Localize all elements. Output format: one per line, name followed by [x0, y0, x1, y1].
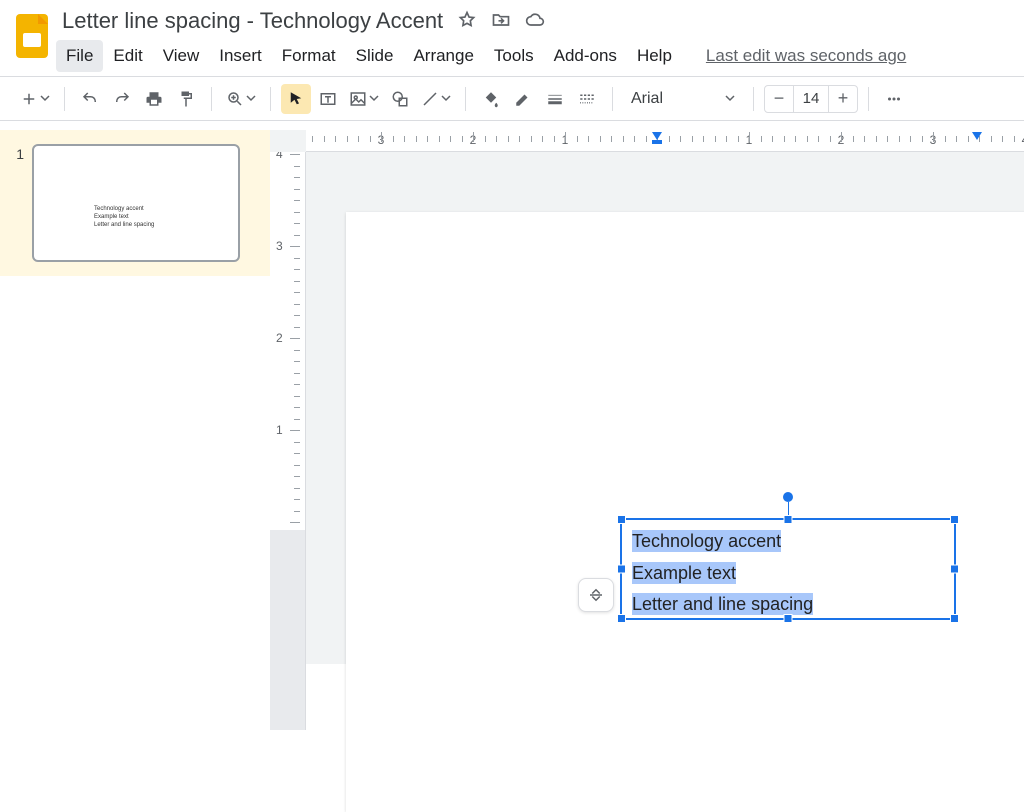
resize-handle-l[interactable]	[617, 565, 626, 574]
font-size-decrease[interactable]: −	[765, 86, 793, 112]
horizontal-ruler[interactable]: 43211234	[306, 130, 1024, 152]
vertical-ruler-inactive	[270, 530, 306, 730]
undo-button[interactable]	[75, 84, 105, 114]
resize-handle-br[interactable]	[950, 614, 959, 623]
textbox-tool-button[interactable]	[313, 84, 343, 114]
print-button[interactable]	[139, 84, 169, 114]
resize-handle-t[interactable]	[784, 515, 793, 524]
menu-view[interactable]: View	[153, 40, 210, 72]
menu-format[interactable]: Format	[272, 40, 346, 72]
slides-logo	[12, 10, 52, 62]
menu-tools[interactable]: Tools	[484, 40, 544, 72]
selected-textbox[interactable]: Technology accent Example text Letter an…	[620, 518, 956, 620]
font-family-select[interactable]: Arial	[623, 85, 743, 113]
last-edit-link[interactable]: Last edit was seconds ago	[706, 46, 906, 66]
drag-handle-icon[interactable]	[578, 578, 614, 612]
redo-button[interactable]	[107, 84, 137, 114]
menubar: File Edit View Insert Format Slide Arran…	[56, 40, 1012, 72]
move-to-folder-icon[interactable]	[491, 10, 511, 33]
slide-panel: 1 Technology accent Example text Letter …	[0, 130, 270, 664]
ruler-indent-left-icon[interactable]	[650, 130, 660, 150]
font-family-label: Arial	[631, 90, 663, 108]
doc-title[interactable]: Letter line spacing - Technology Accent	[62, 8, 443, 34]
ruler-indent-right-icon[interactable]	[970, 130, 980, 150]
toolbar: Arial − 14 +	[0, 77, 1024, 121]
slide-canvas[interactable]: Technology accent Example text Letter an…	[346, 212, 1024, 812]
zoom-button[interactable]	[222, 84, 260, 114]
font-size-increase[interactable]: +	[829, 86, 857, 112]
font-size-stepper: − 14 +	[764, 85, 858, 113]
menu-edit[interactable]: Edit	[103, 40, 152, 72]
menu-insert[interactable]: Insert	[209, 40, 272, 72]
new-slide-button[interactable]	[16, 84, 54, 114]
resize-handle-r[interactable]	[950, 565, 959, 574]
caret-down-icon	[40, 91, 50, 106]
text-line-3: Letter and line spacing	[632, 593, 813, 615]
menu-arrange[interactable]: Arrange	[403, 40, 483, 72]
more-tools-button[interactable]	[879, 84, 909, 114]
resize-handle-bl[interactable]	[617, 614, 626, 623]
slide-number: 1	[10, 144, 24, 262]
resize-handle-tl[interactable]	[617, 515, 626, 524]
border-weight-button[interactable]	[540, 84, 570, 114]
select-tool-button[interactable]	[281, 84, 311, 114]
image-tool-button[interactable]	[345, 84, 383, 114]
thumb-preview-text: Technology accent Example text Letter an…	[94, 206, 154, 229]
menu-help[interactable]: Help	[627, 40, 682, 72]
text-line-1: Technology accent	[632, 530, 781, 552]
shape-tool-button[interactable]	[385, 84, 415, 114]
resize-handle-b[interactable]	[784, 614, 793, 623]
cloud-saved-icon[interactable]	[525, 10, 545, 33]
textbox-content[interactable]: Technology accent Example text Letter an…	[622, 520, 954, 627]
text-line-2: Example text	[632, 562, 736, 584]
main-area: 1 Technology accent Example text Letter …	[0, 130, 1024, 664]
border-dash-button[interactable]	[572, 84, 602, 114]
line-tool-button[interactable]	[417, 84, 455, 114]
rotation-line	[788, 502, 789, 516]
border-color-button[interactable]	[508, 84, 538, 114]
canvas-area: 43211234 43211	[270, 130, 1024, 664]
menu-slide[interactable]: Slide	[346, 40, 404, 72]
paint-format-button[interactable]	[171, 84, 201, 114]
font-size-value[interactable]: 14	[793, 86, 829, 112]
menu-file[interactable]: File	[56, 40, 103, 72]
rotation-handle[interactable]	[783, 492, 793, 502]
resize-handle-tr[interactable]	[950, 515, 959, 524]
app-header: Letter line spacing - Technology Accent …	[0, 0, 1024, 72]
fill-color-button[interactable]	[476, 84, 506, 114]
menu-addons[interactable]: Add-ons	[544, 40, 627, 72]
star-icon[interactable]	[457, 10, 477, 33]
canvas-background[interactable]: Technology accent Example text Letter an…	[306, 152, 1024, 664]
slide-thumbnail-1[interactable]: 1 Technology accent Example text Letter …	[0, 130, 270, 276]
